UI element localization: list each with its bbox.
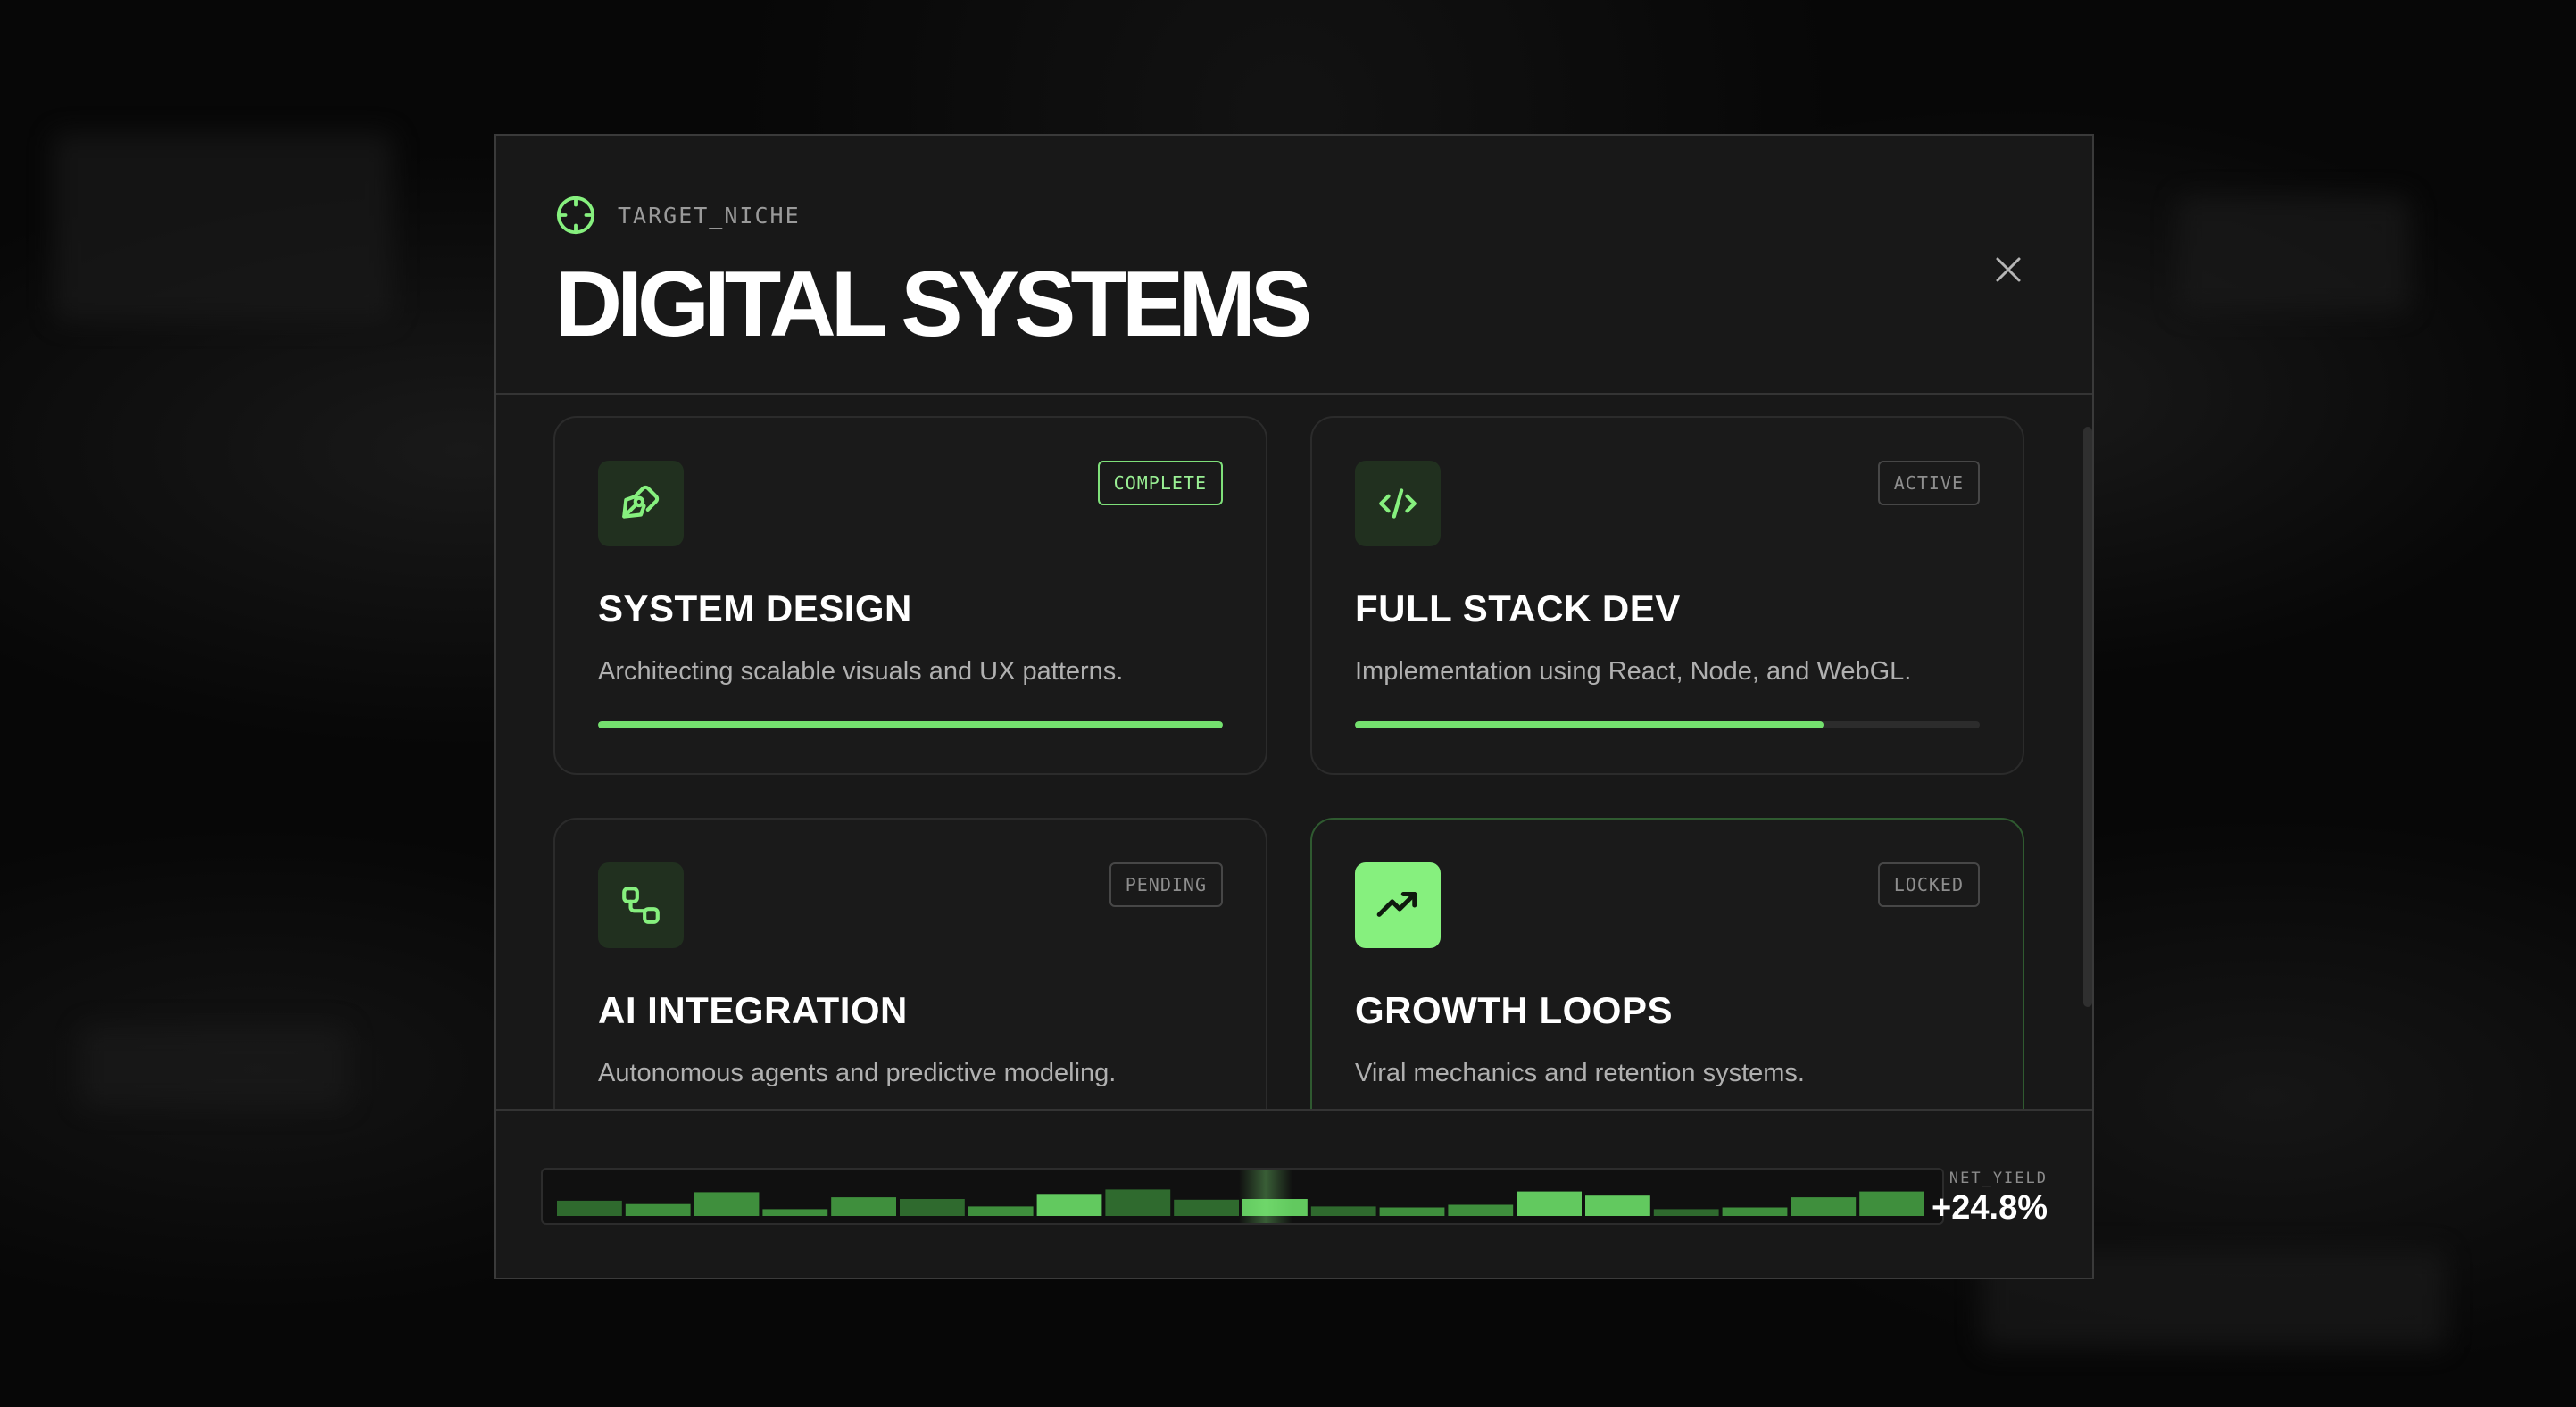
card-icon-container: [1355, 862, 1441, 948]
niche-row: TARGET_NICHE: [555, 195, 801, 236]
yield-bar: [1310, 1206, 1376, 1216]
yield-bar: [1791, 1197, 1857, 1216]
card-description: Implementation using React, Node, and We…: [1355, 657, 1912, 686]
yield-bar: [1585, 1195, 1650, 1216]
card-title: AI INTEGRATION: [598, 989, 908, 1031]
card-title: FULL STACK DEV: [1355, 587, 1681, 629]
net-yield-label: NET_YIELD: [1949, 1170, 2048, 1187]
card-system-design[interactable]: COMPLETE SYSTEM DESIGN Architecting scal…: [553, 416, 1267, 775]
yield-bar: [1036, 1194, 1102, 1216]
card-title: SYSTEM DESIGN: [598, 587, 912, 629]
yield-bar: [762, 1209, 828, 1216]
page-title: DIGITAL SYSTEMS: [555, 253, 1312, 356]
status-badge: LOCKED: [1877, 862, 1980, 907]
yield-bar: [694, 1192, 760, 1216]
yield-bar: [831, 1197, 896, 1216]
card-icon-container: [1355, 461, 1441, 546]
modal-footer: NET_YIELD +24.8%: [496, 1109, 2092, 1278]
status-badge: ACTIVE: [1877, 461, 1980, 505]
progress-fill: [598, 721, 1223, 728]
yield-bar: [1653, 1209, 1719, 1216]
progress-fill: [1355, 721, 1824, 728]
card-description: Viral mechanics and retention systems.: [1355, 1059, 1805, 1087]
net-yield-value: +24.8%: [1932, 1189, 2048, 1227]
yield-bar: [900, 1199, 965, 1216]
yield-bar: [1859, 1191, 1924, 1216]
status-badge: PENDING: [1109, 862, 1223, 907]
scrollbar-thumb[interactable]: [2083, 427, 2092, 1007]
progress-bar: [1355, 721, 1980, 728]
crosshair-icon: [556, 196, 595, 235]
status-badge: COMPLETE: [1097, 461, 1223, 505]
code-icon: [1379, 488, 1417, 519]
progress-bar: [598, 721, 1223, 728]
yield-bar: [1517, 1191, 1582, 1216]
yield-bar: [1722, 1207, 1788, 1216]
background-blur-panel: [2178, 196, 2410, 312]
yield-bar: [968, 1206, 1034, 1216]
card-icon-container: [598, 862, 684, 948]
pen-tool-icon: [622, 485, 660, 519]
scan-highlight: [1239, 1170, 1292, 1223]
card-full-stack-dev[interactable]: ACTIVE FULL STACK DEV Implementation usi…: [1310, 416, 2024, 775]
yield-bar: [1105, 1189, 1171, 1216]
yield-bar: [1379, 1207, 1445, 1216]
yield-bar: [1174, 1199, 1239, 1216]
background-blur-panel: [54, 134, 393, 321]
card-icon-container: [598, 461, 684, 546]
yield-bar-chart: [557, 1170, 1924, 1223]
card-description: Architecting scalable visuals and UX pat…: [598, 657, 1124, 686]
close-icon: [1996, 257, 2021, 282]
yield-chart: [541, 1168, 1944, 1225]
close-button[interactable]: [1982, 243, 2035, 296]
niche-modal: TARGET_NICHE DIGITAL SYSTEMS COMPLETE SY…: [494, 134, 2094, 1279]
card-description: Autonomous agents and predictive modelin…: [598, 1059, 1117, 1087]
workflow-icon: [622, 887, 660, 924]
yield-bar: [1448, 1204, 1514, 1216]
yield-bar: [557, 1200, 622, 1216]
yield-bar: [625, 1203, 691, 1216]
trending-up-icon: [1376, 892, 1417, 917]
niche-label: TARGET_NICHE: [618, 202, 801, 229]
background-blur-panel: [80, 1027, 348, 1107]
modal-header: TARGET_NICHE DIGITAL SYSTEMS: [496, 136, 2092, 395]
card-title: GROWTH LOOPS: [1355, 989, 1673, 1031]
